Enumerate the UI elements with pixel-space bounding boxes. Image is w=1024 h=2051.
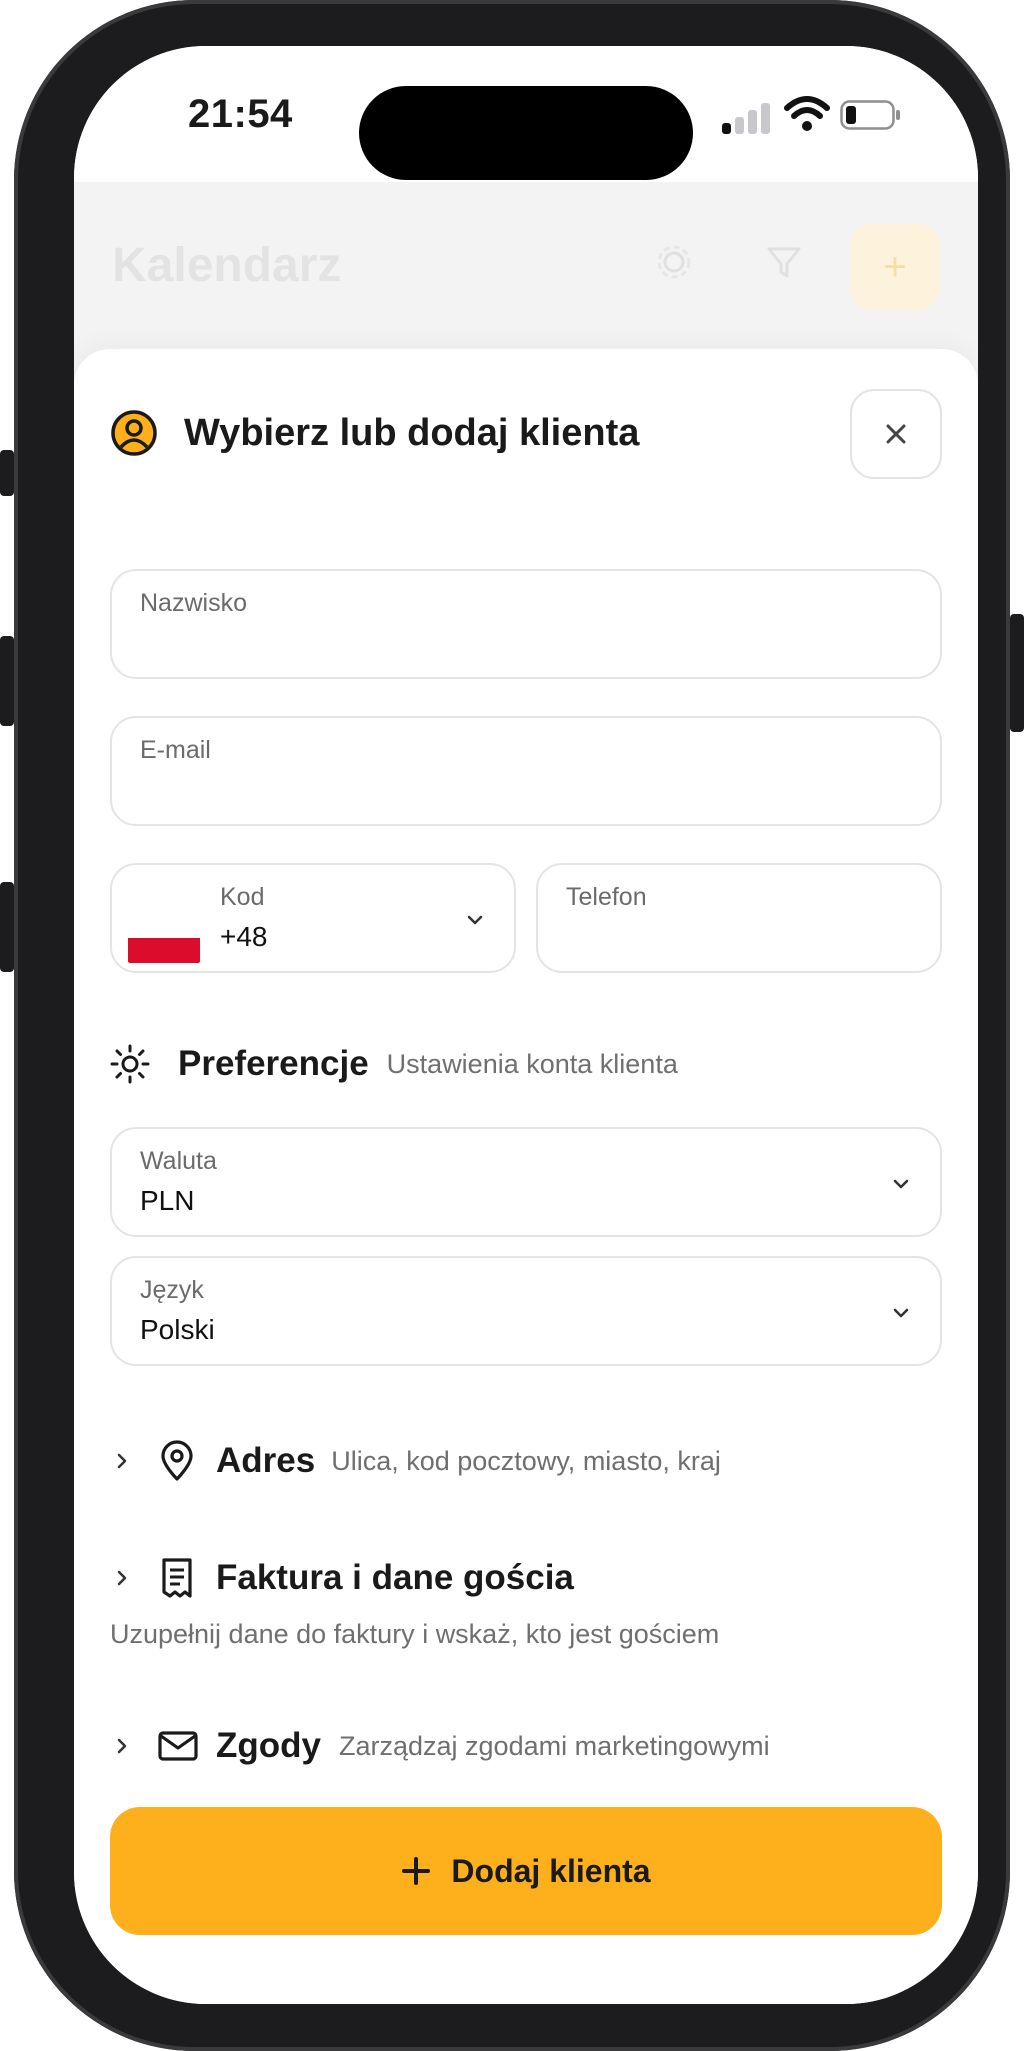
country-code-select[interactable]: Kod +48: [110, 863, 516, 973]
phone-field[interactable]: Telefon: [536, 863, 942, 973]
address-subtitle: Ulica, kod pocztowy, miasto, kraj: [331, 1445, 721, 1476]
poland-flag-icon: [128, 913, 200, 963]
chevron-right-icon: [117, 1570, 127, 1586]
invoice-title: Faktura i dane gościa: [216, 1558, 574, 1597]
receipt-icon: [162, 1558, 192, 1598]
address-title: Adres: [216, 1441, 316, 1480]
filter-icon: [767, 247, 801, 278]
chevron-right-icon: [117, 1738, 127, 1754]
surname-field[interactable]: Nazwisko: [110, 569, 942, 679]
close-button[interactable]: [850, 389, 942, 479]
language-select[interactable]: Język Polski: [110, 1256, 942, 1366]
add-client-button[interactable]: Dodaj klienta: [110, 1807, 942, 1935]
sun-icon: [110, 1044, 150, 1084]
add-client-sheet: Wybierz lub dodaj klienta Nazwisko E-mai…: [74, 349, 978, 2004]
power-button: [1010, 614, 1024, 732]
language-value: Polski: [140, 1314, 215, 1345]
currency-label: Waluta: [140, 1147, 217, 1175]
email-label: E-mail: [140, 736, 211, 764]
address-section-toggle[interactable]: Adres Ulica, kod pocztowy, miasto, kraj: [110, 1440, 721, 1482]
cellular-signal-icon: [722, 102, 770, 134]
consents-title: Zgody: [216, 1726, 321, 1765]
surname-label: Nazwisko: [140, 589, 247, 617]
volume-down-button: [0, 882, 14, 972]
background-add-button: +: [850, 224, 940, 310]
chevron-right-icon: [117, 1453, 127, 1469]
background-page-title: Kalendarz: [112, 239, 342, 292]
settings-icon: [657, 245, 691, 279]
action-button: [0, 450, 14, 496]
map-pin-icon: [161, 1440, 193, 1481]
add-client-button-label: Dodaj klienta: [451, 1852, 651, 1889]
phone-label: Telefon: [566, 883, 647, 911]
status-time: 21:54: [188, 92, 293, 136]
screen: 21:54 Kalendarz + Wybierz lub dodaj klie…: [74, 46, 978, 2004]
sheet-title: Wybierz lub dodaj klienta: [184, 412, 640, 454]
close-icon: [886, 424, 906, 444]
email-field[interactable]: E-mail: [110, 716, 942, 826]
battery-icon: [840, 100, 900, 130]
currency-select[interactable]: Waluta PLN: [110, 1127, 942, 1237]
preferences-title: Preferencje: [178, 1044, 369, 1083]
country-code-label: Kod: [220, 883, 265, 911]
currency-value: PLN: [140, 1185, 195, 1216]
chevron-down-icon: [893, 1308, 909, 1318]
preferences-subtitle: Ustawienia konta klienta: [386, 1048, 678, 1079]
country-code-value: +48: [220, 921, 268, 952]
consents-section-toggle[interactable]: Zgody Zarządzaj zgodami marketingowymi: [110, 1726, 770, 1766]
wifi-icon: [784, 96, 830, 131]
chevron-down-icon: [467, 915, 483, 925]
volume-up-button: [0, 636, 14, 726]
phone-frame: 21:54 Kalendarz + Wybierz lub dodaj klie…: [14, 0, 1010, 2051]
dynamic-island: [359, 86, 693, 180]
user-circle-icon: [111, 410, 157, 456]
status-bar: 21:54: [74, 46, 978, 182]
language-label: Język: [140, 1276, 204, 1304]
invoice-section-toggle[interactable]: Faktura i dane gościa: [110, 1557, 574, 1599]
consents-subtitle: Zarządzaj zgodami marketingowymi: [338, 1730, 770, 1761]
plus-icon: [402, 1857, 431, 1885]
mail-icon: [158, 1731, 198, 1761]
preferences-section-header: Preferencje Ustawienia konta klienta: [110, 1044, 678, 1084]
chevron-down-icon: [893, 1179, 909, 1189]
invoice-description: Uzupełnij dane do faktury i wskaż, kto j…: [110, 1619, 720, 1649]
